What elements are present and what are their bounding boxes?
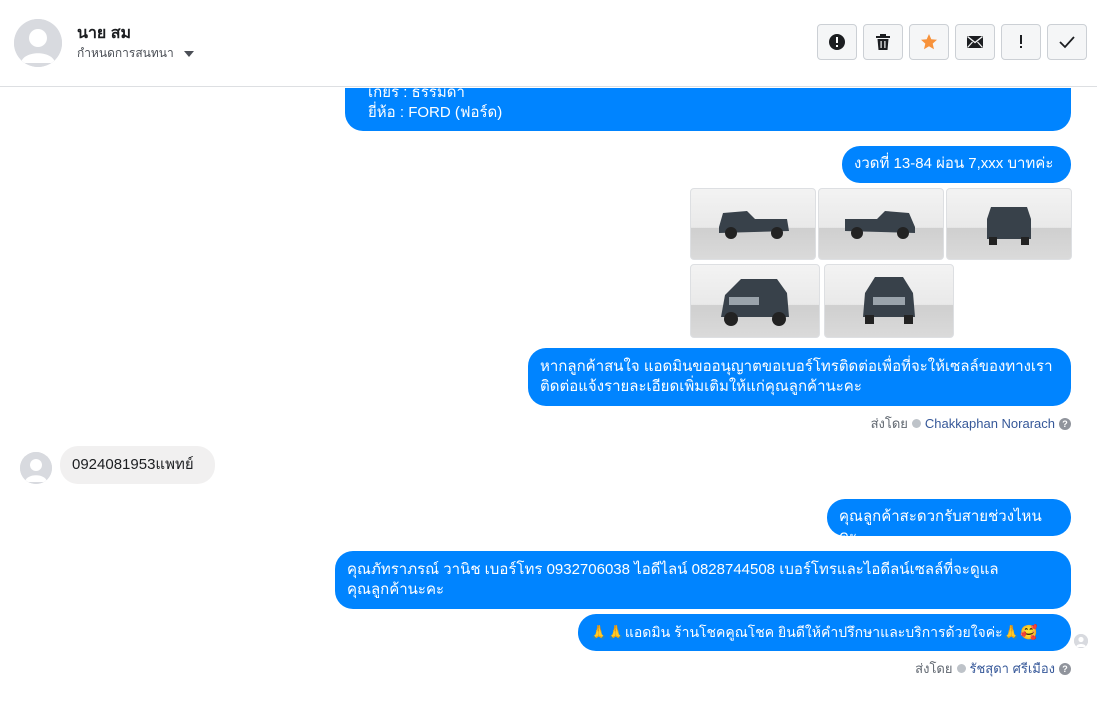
message-bubble-installment[interactable]: งวดที่ 13-84 ผ่อน 7,xxx บาทค่ะ — [842, 146, 1071, 183]
pickup-truck-image — [987, 207, 1031, 245]
trash-icon — [876, 34, 890, 50]
person-icon — [14, 19, 62, 67]
pickup-truck-image — [719, 211, 789, 239]
truck-photo-front[interactable] — [824, 264, 954, 338]
envelope-icon — [967, 35, 983, 48]
sent-by-prefix: ส่งโดย — [870, 416, 908, 431]
truck-photo-side-1[interactable] — [690, 188, 816, 260]
exclamation-icon — [1020, 35, 1022, 48]
message-bubble-convenient-time[interactable]: คุณลูกค้าสะดวกรับสายช่วงไหนคะ — [827, 499, 1071, 545]
star-button[interactable] — [909, 24, 949, 60]
follow-up-button[interactable] — [1001, 24, 1041, 60]
help-icon[interactable]: ? — [1059, 417, 1071, 430]
contact-name[interactable]: นาย สม — [77, 21, 131, 46]
message-bubble-contact-permission[interactable]: หากลูกค้าสนใจ แอดมินขออนุญาตขอเบอร์โทรติ… — [528, 348, 1071, 406]
sender-name[interactable]: Chakkaphan Norarach — [925, 416, 1055, 431]
delete-button[interactable] — [863, 24, 903, 60]
message-bubble-incoming-phone[interactable]: 0924081953แพทย์ — [60, 446, 215, 484]
alert-circle-icon — [829, 34, 845, 50]
caret-down-icon — [183, 50, 194, 57]
help-icon[interactable]: ? — [1059, 662, 1071, 675]
sender-name[interactable]: รัชสุดา ศรีเมือง — [970, 658, 1056, 679]
person-icon — [1074, 634, 1088, 648]
mark-unread-button[interactable] — [955, 24, 995, 60]
assign-label: กำหนดการสนทนา — [77, 46, 174, 60]
pickup-truck-image — [845, 211, 915, 239]
sent-by-info: ส่งโดย Chakkaphan Norarach ? — [871, 413, 1071, 434]
pickup-truck-image — [863, 277, 915, 324]
conversation-header: นาย สม กำหนดการสนทนา — [0, 0, 1097, 87]
pickup-truck-image — [721, 279, 789, 326]
header-actions — [817, 24, 1087, 60]
message-bubble-car-details[interactable]: เกียร์ : ธรรมดา ยี่ห้อ : FORD (ฟอร์ด) — [345, 88, 1071, 131]
message-bubble-sales-contact[interactable]: คุณภัทราภรณ์ วานิช เบอร์โทร 0932706038 ไ… — [335, 551, 1071, 609]
assign-conversation-dropdown[interactable]: กำหนดการสนทนา — [77, 44, 194, 63]
status-dot-icon — [956, 664, 966, 673]
status-dot-icon — [911, 419, 921, 428]
seen-avatar — [1074, 634, 1088, 648]
sent-by-info-2: ส่งโดย รัชสุดา ศรีเมือง ? — [915, 658, 1071, 679]
person-icon — [20, 452, 52, 484]
spam-button[interactable] — [817, 24, 857, 60]
message-bubble-closing[interactable]: 🙏🙏แอดมิน ร้านโชคคูณโชค ยินดีให้คำปรึกษาแ… — [578, 614, 1071, 651]
sent-by-prefix: ส่งโดย — [915, 661, 953, 676]
incoming-avatar[interactable] — [20, 452, 52, 484]
star-icon — [921, 34, 937, 50]
contact-avatar[interactable] — [14, 19, 62, 67]
truck-photo-side-2[interactable] — [818, 188, 944, 260]
message-thread: เกียร์ : ธรรมดา ยี่ห้อ : FORD (ฟอร์ด) งว… — [0, 88, 1097, 709]
check-icon — [1059, 36, 1075, 49]
truck-photo-front-quarter[interactable] — [690, 264, 820, 338]
truck-photo-rear[interactable] — [946, 188, 1072, 260]
done-button[interactable] — [1047, 24, 1087, 60]
